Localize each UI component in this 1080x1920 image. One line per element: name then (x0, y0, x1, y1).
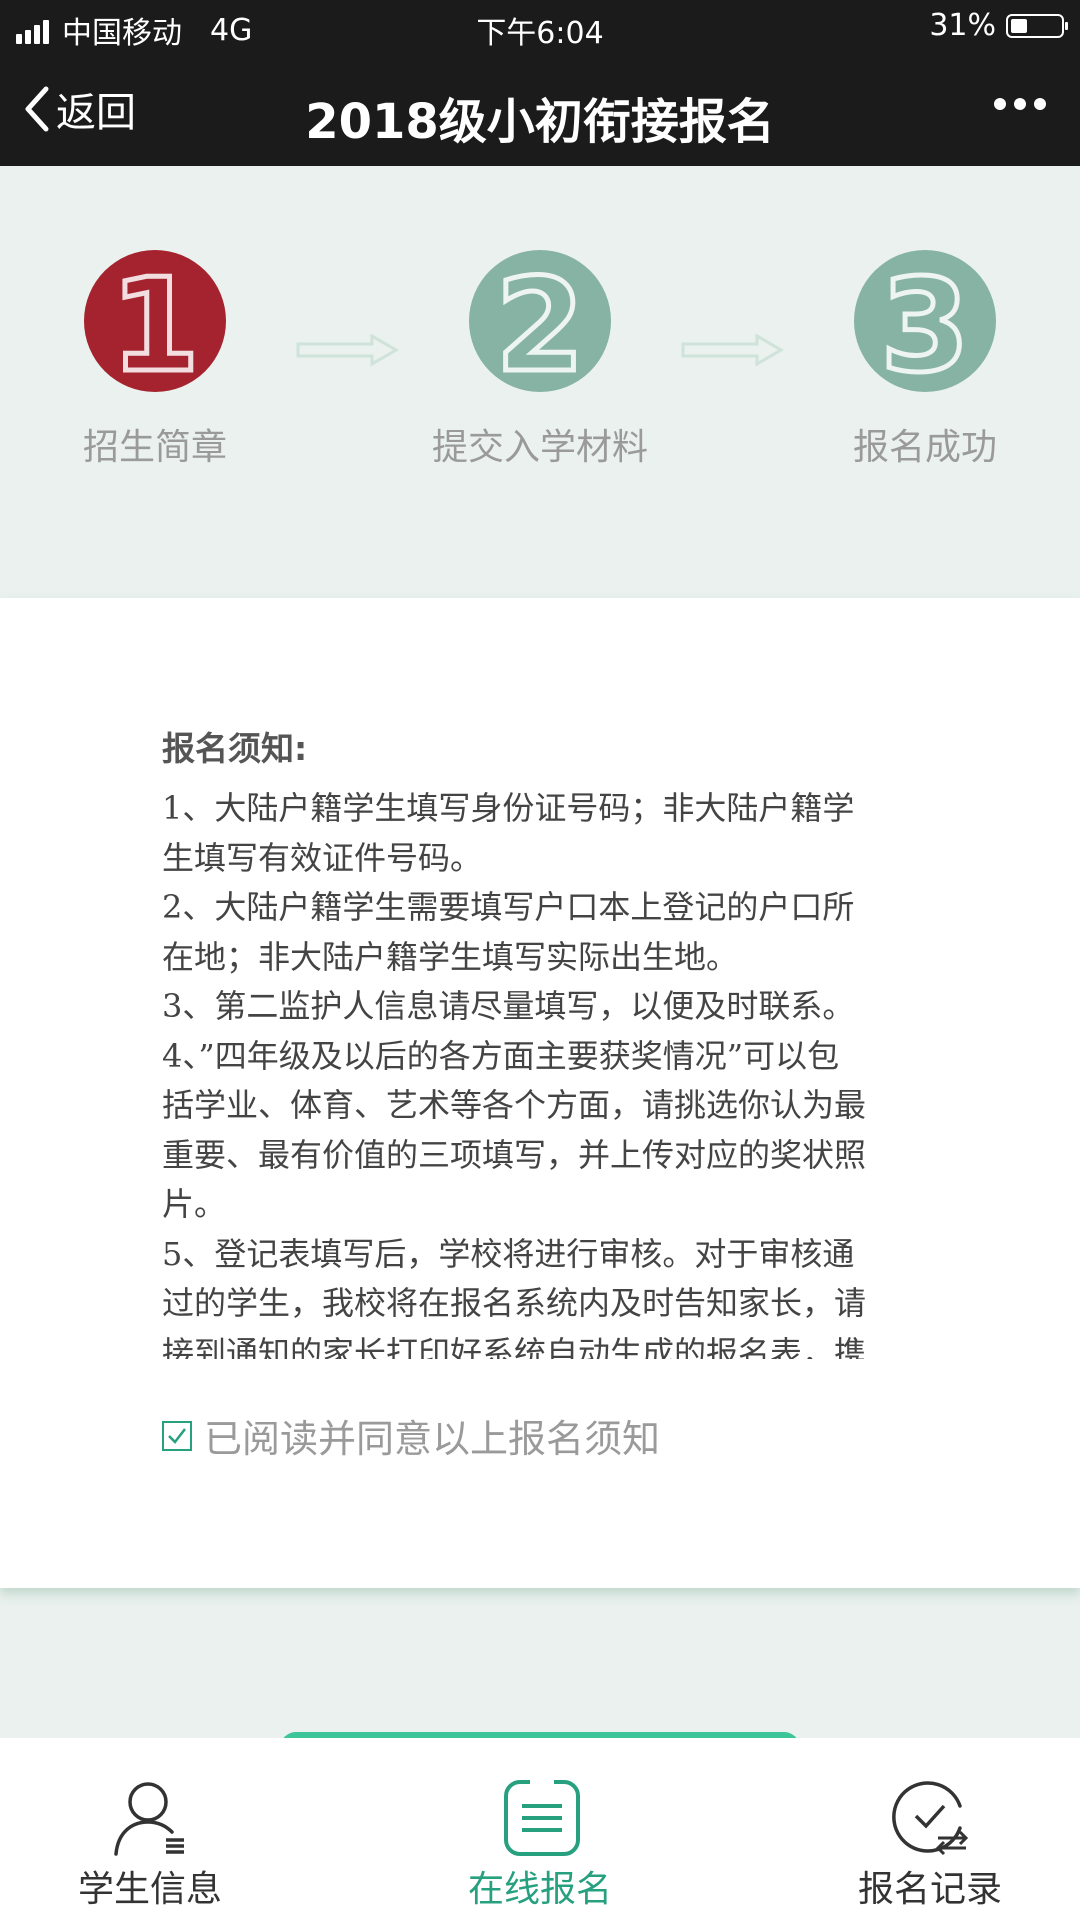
notice-card: 报名须知: 1、大陆户籍学生填写身份证号码；非大陆户籍学 生填写有效证件号码。 2、… (0, 598, 1080, 1588)
tab-online-signup[interactable]: 在线报名 (390, 1738, 690, 1920)
step-circle: 2 (469, 250, 611, 392)
notice-line: 1、大陆户籍学生填写身份证号码；非大陆户籍学 (162, 789, 855, 827)
notice-line: 3、第二监护人信息请尽量填写，以便及时联系。 (162, 987, 855, 1025)
notice-line: 重要、最有价值的三项填写，并上传对应的奖状照 (162, 1135, 867, 1174)
step-3: 3 报名成功 (805, 250, 1045, 470)
arrow-right-icon (296, 333, 399, 367)
arrow-right-icon (681, 333, 784, 367)
page-title: 2018级小初衔接报名 (305, 94, 775, 150)
step-number: 2 (493, 252, 587, 392)
step-number: 1 (108, 252, 202, 392)
person-list-icon (114, 1782, 184, 1856)
tab-signup-records[interactable]: 报名记录 (780, 1738, 1080, 1920)
notice-line: 接到通知的家长打印好系统自动生成的报名表，携 (162, 1333, 867, 1360)
step-label: 招生简章 (82, 427, 227, 468)
check-icon (168, 1427, 186, 1444)
step-circle: 1 (84, 250, 226, 392)
step-number: 3 (878, 252, 972, 392)
notice-line: 2、大陆户籍学生需要填写户口本上登记的户口所 (162, 888, 855, 926)
agree-label: 已阅读并同意以上报名须知 (204, 1417, 661, 1461)
notice-line: 片。 (162, 1185, 227, 1223)
notice-line: 括学业、体育、艺术等各个方面，请挑选你认为最 (162, 1086, 867, 1124)
notice-line: 生填写有效证件号码。 (162, 838, 483, 877)
step-label: 提交入学材料 (431, 427, 648, 468)
step-label: 报名成功 (852, 427, 997, 468)
step-circle: 3 (854, 250, 996, 392)
tab-student-info[interactable]: 学生信息 (0, 1738, 300, 1920)
step-2: 2 提交入学材料 (420, 250, 660, 470)
agree-checkbox-row[interactable]: 已阅读并同意以上报名须知 (162, 1408, 660, 1463)
progress-steps: 1 招生简章 2 提交入学材料 3 报名成功 (0, 166, 1080, 598)
status-bar: 中国移动 4G 下午6:04 31% (0, 0, 1080, 54)
signal-icon (16, 16, 52, 44)
battery-icon (1006, 13, 1068, 38)
step-1: 1 招生简章 (35, 250, 275, 470)
tab-label: 学生信息 (77, 1869, 222, 1910)
more-dots-icon[interactable] (986, 98, 1046, 110)
clock-check-icon (892, 1781, 969, 1856)
nav-bar: 返回 2018级小初衔接报名 (0, 54, 1080, 166)
network-type: 4G (210, 12, 253, 48)
notice-title: 报名须知: (162, 729, 308, 768)
battery-percent: 31% (929, 8, 996, 43)
notice-line: 5、登记表填写后，学校将进行审核。对于审核通 (162, 1234, 855, 1273)
carrier-name: 中国移动 (62, 16, 182, 51)
notice-line: 4、”四年级及以后的各方面主要获奖情况”可以包 (162, 1036, 840, 1075)
notice-text-scroll[interactable]: 1、大陆户籍学生填写身份证号码；非大陆户籍学 生填写有效证件号码。 2、大陆户籍学生… (162, 784, 922, 1359)
tab-label: 在线报名 (467, 1869, 612, 1910)
tab-label: 报名记录 (857, 1869, 1002, 1910)
tab-bar: 学生信息 在线报名 报名记录 (0, 1738, 1080, 1920)
clipboard-icon (504, 1779, 580, 1856)
notice-line: 在地；非大陆户籍学生填写实际出生地。 (162, 937, 739, 976)
notice-line: 过的学生，我校将在报名系统内及时告知家长，请 (162, 1284, 867, 1322)
checkbox[interactable] (162, 1420, 192, 1451)
